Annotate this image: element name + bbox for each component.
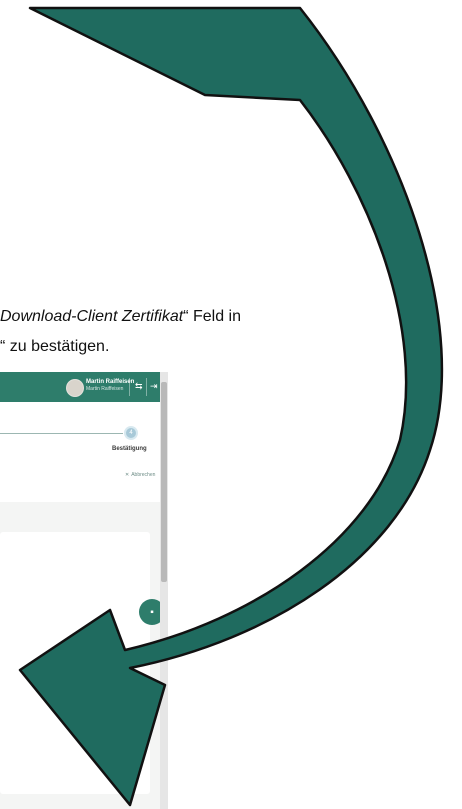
curved-arrow-graphic [18,6,444,807]
curved-arrow-shape [18,6,444,807]
